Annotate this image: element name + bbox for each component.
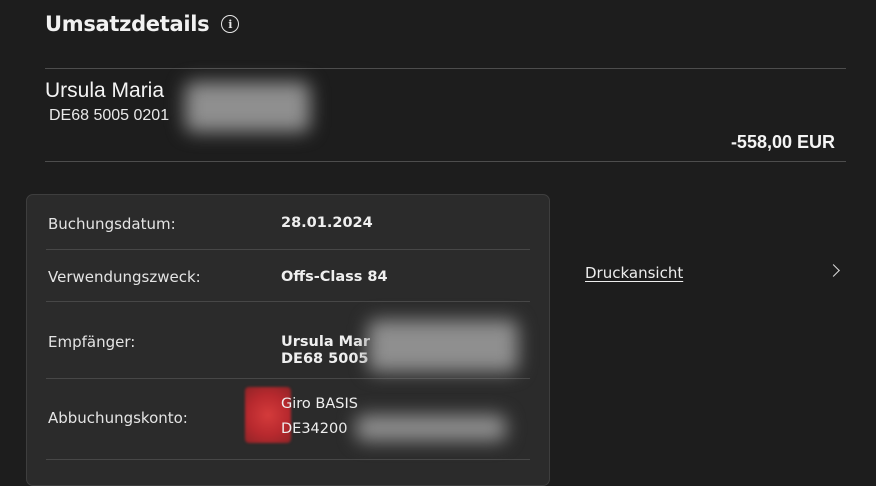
recipient-iban: DE68 5005: [281, 351, 369, 367]
account-holder-name: Ursula Maria: [45, 79, 165, 102]
info-icon[interactable]: i: [221, 15, 240, 33]
print-view-link[interactable]: Druckansicht: [585, 264, 683, 282]
detail-value: Giro BASIS DE34200: [281, 392, 358, 442]
detail-label: Empfänger:: [48, 333, 136, 351]
account-iban: DE68 5005 0201: [49, 107, 170, 124]
details-card: Buchungsdatum: 28.01.2024 Verwendungszwe…: [26, 194, 550, 486]
chevron-right-icon[interactable]: [827, 264, 840, 277]
redacted-blur: [368, 320, 518, 372]
detail-row-recipient: Empfänger: Ursula Mar DE68 5005: [46, 302, 530, 379]
transaction-amount: -558,00 EUR: [730, 132, 835, 152]
detail-label: Abbuchungskonto:: [48, 409, 188, 427]
detail-value: Ursula Mar DE68 5005: [281, 334, 370, 368]
detail-value: 28.01.2024: [281, 215, 373, 231]
detail-row-date: Buchungsdatum: 28.01.2024: [46, 195, 530, 250]
header-divider-top: [45, 68, 846, 69]
detail-value: Offs-Class 84: [281, 269, 388, 285]
redacted-blur: [185, 82, 310, 132]
title-row: Umsatzdetails i: [45, 12, 240, 36]
account-iban: DE34200: [281, 421, 348, 437]
redacted-blur: [356, 415, 506, 441]
detail-label: Verwendungszweck:: [48, 268, 201, 286]
detail-row-account: Abbuchungskonto: Giro BASIS DE34200: [46, 379, 530, 460]
page-title: Umsatzdetails: [45, 12, 210, 36]
detail-label: Buchungsdatum:: [48, 215, 176, 233]
detail-row-purpose: Verwendungszweck: Offs-Class 84: [46, 250, 530, 302]
account-type: Giro BASIS: [281, 396, 358, 412]
recipient-name: Ursula Mar: [281, 334, 371, 350]
header-divider-bottom: [45, 161, 846, 162]
